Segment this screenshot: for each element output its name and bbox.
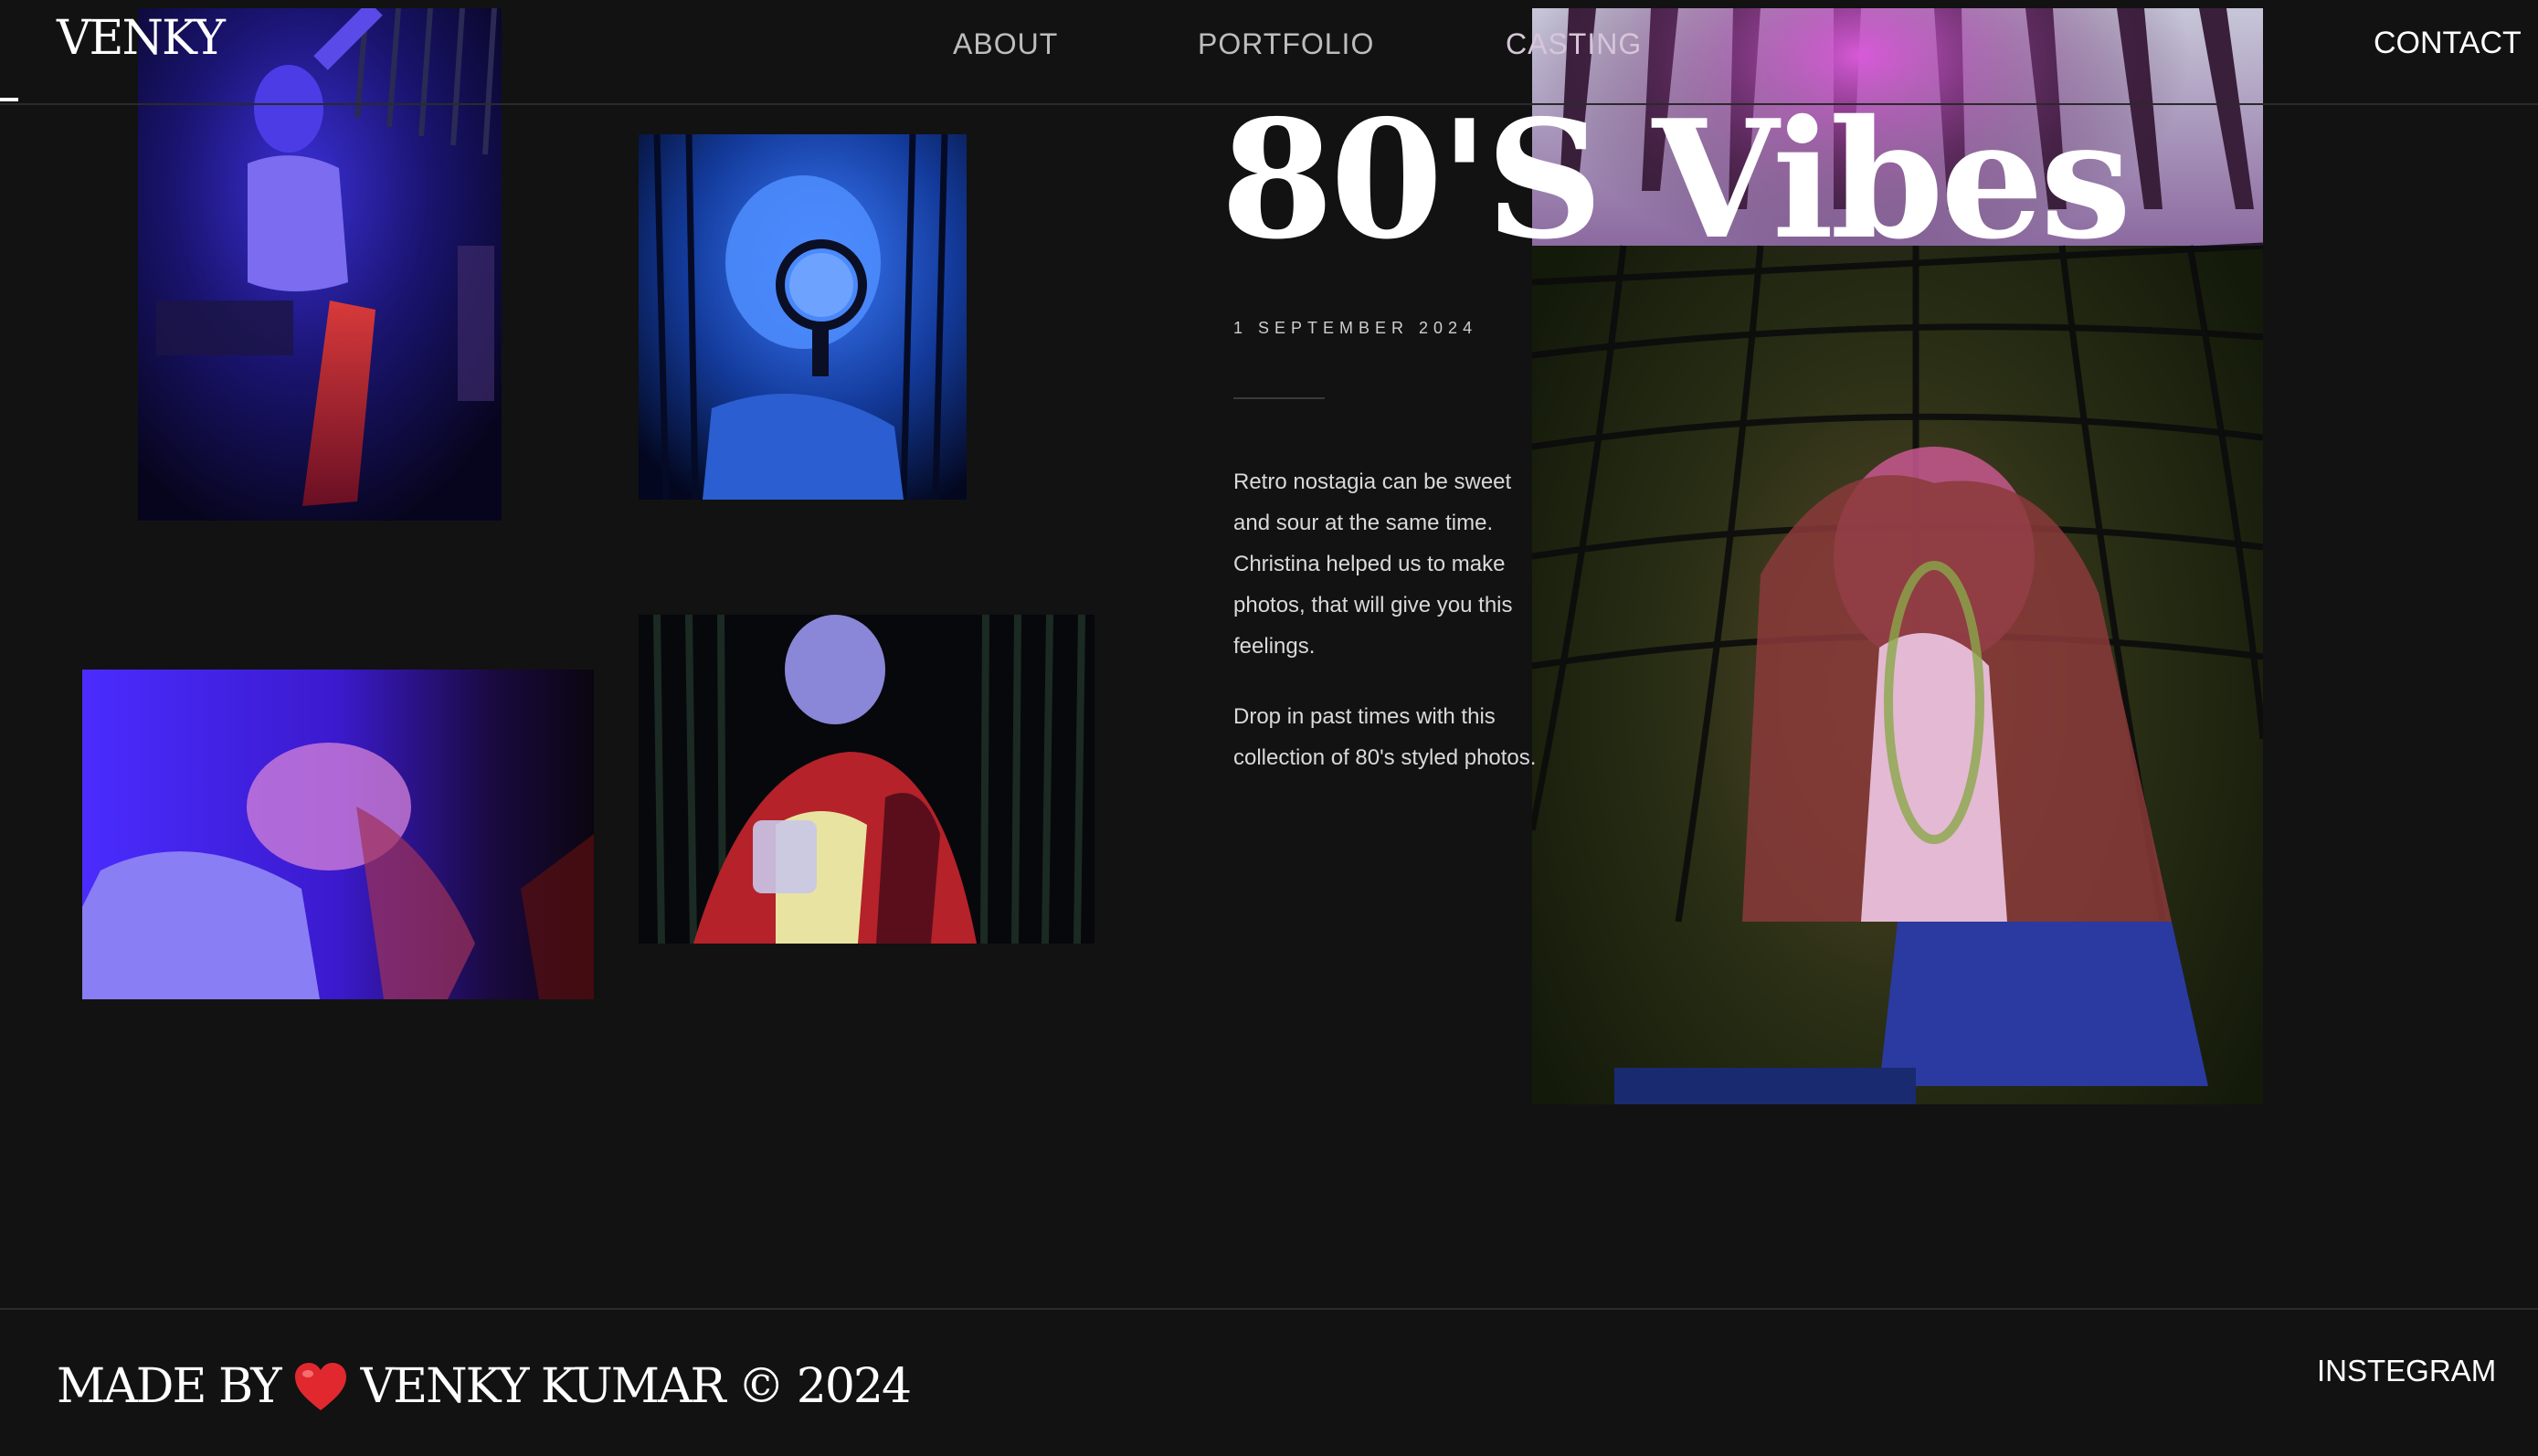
credit-prefix: MADE BY	[57, 1359, 282, 1414]
article-date: 1 SEPTEMBER 2024	[1233, 319, 1478, 337]
scroll-indicator	[0, 98, 18, 101]
photo-2-image	[639, 134, 967, 500]
photo-3-image	[82, 670, 594, 999]
nav-contact[interactable]: CONTACT	[2374, 26, 2522, 61]
nav-about[interactable]: ABOUT	[953, 27, 1058, 61]
article-paragraph-1: Retro nostagia can be sweet and sour at …	[1233, 470, 1513, 659]
nav-portfolio[interactable]: PORTFOLIO	[1198, 27, 1374, 61]
site-logo[interactable]: VENKY	[57, 11, 226, 66]
gallery-photo-2[interactable]	[639, 134, 967, 500]
gallery-photo-4[interactable]	[639, 615, 1095, 944]
article-body: Retro nostagia can be sweet and sour at …	[1233, 461, 1544, 807]
footer-instagram-link[interactable]: INSTEGRAM	[2317, 1354, 2496, 1388]
photo-4-image	[639, 615, 1095, 944]
nav-casting[interactable]: CASTING	[1506, 27, 1642, 61]
heart-icon	[294, 1363, 346, 1410]
article-title: 80'S Vibes	[1221, 84, 2131, 275]
article-divider	[1233, 397, 1325, 399]
article-paragraph-2: Drop in past times with this collection …	[1233, 704, 1537, 770]
gallery-photo-3[interactable]	[82, 670, 594, 999]
credit-suffix: VENKY KUMAR © 2024	[360, 1359, 912, 1414]
footer-credit: MADE BY VENKY KUMAR © 2024	[57, 1359, 912, 1414]
